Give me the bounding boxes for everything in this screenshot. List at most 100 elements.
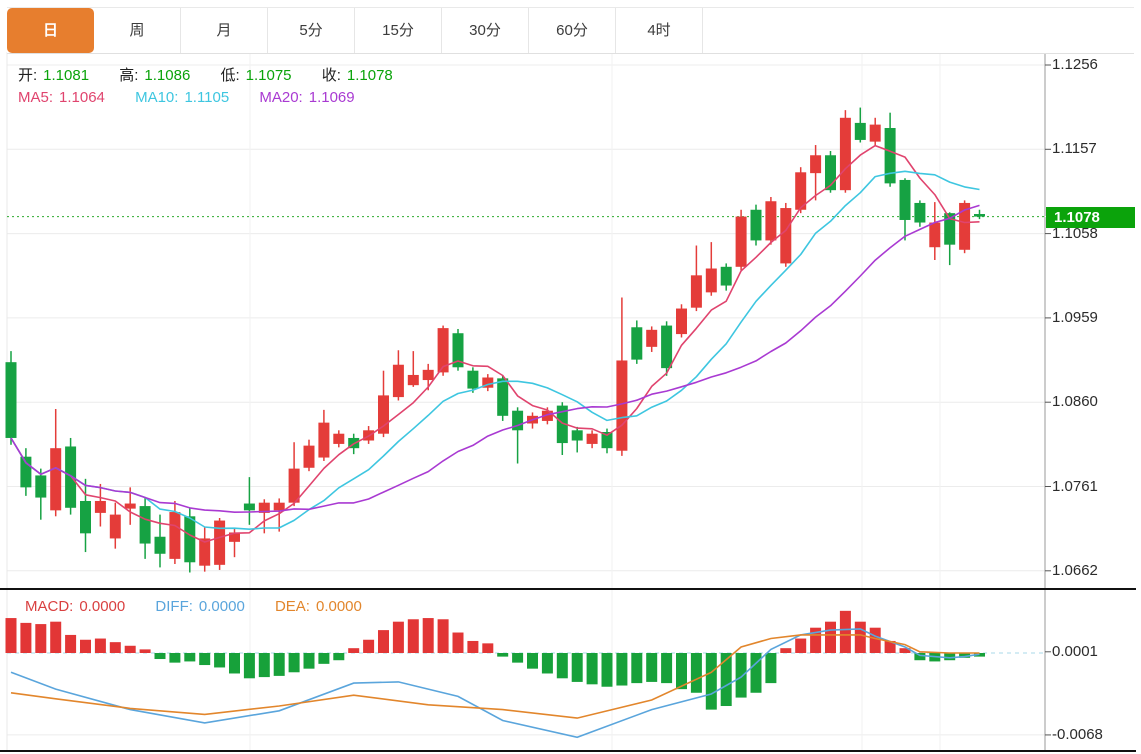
ma5-line [11, 146, 980, 542]
close-value: 1.1078 [347, 67, 393, 84]
tab-period-3[interactable]: 5分 [268, 8, 355, 53]
macd-bar [557, 653, 568, 678]
candle-body [765, 201, 776, 240]
candle-body [587, 434, 598, 444]
candle-body [333, 434, 344, 444]
candle-body [50, 448, 61, 510]
macd-bar [631, 653, 642, 683]
ma20-value: 1.1069 [309, 89, 355, 106]
candle-body [631, 327, 642, 359]
candle-body [95, 501, 106, 513]
candle-body [408, 375, 419, 385]
macd-bar [199, 653, 210, 665]
candle-body [80, 501, 91, 533]
low-value: 1.1075 [246, 67, 292, 84]
price-axis-label: 1.1157 [1052, 140, 1097, 157]
macd-bar [274, 653, 285, 676]
candle-body [318, 423, 329, 458]
ma20-line [11, 205, 980, 512]
macd-bar [95, 639, 106, 653]
price-axis-label: 1.0860 [1052, 393, 1098, 410]
macd-bar [870, 628, 881, 653]
macd-bar [438, 619, 449, 653]
tab-period-7[interactable]: 4时 [616, 8, 703, 53]
macd-bar [333, 653, 344, 660]
macd-bar [184, 653, 195, 661]
dea-label: DEA: [275, 598, 310, 615]
candle-body [65, 446, 76, 507]
ma10-line [11, 171, 980, 529]
candle-body [244, 504, 255, 511]
macd-bar [840, 611, 851, 653]
macd-bar [616, 653, 627, 686]
tab-period-4[interactable]: 15分 [355, 8, 442, 53]
macd-bar [318, 653, 329, 664]
macd-bar [661, 653, 672, 683]
diff-label: DIFF: [155, 598, 193, 615]
ma10-value: 1.1105 [184, 89, 229, 106]
ma-indicator-row: MA5:1.1064 MA10:1.1105 MA20:1.1069 [18, 89, 361, 106]
macd-bar [289, 653, 300, 672]
high-label: 高: [119, 67, 138, 84]
macd-bar [259, 653, 270, 677]
candle-body [35, 475, 46, 497]
candle-body [274, 503, 285, 511]
open-label: 开: [18, 67, 37, 84]
macd-bar [453, 633, 464, 653]
macd-axis-label: 0.0001 [1052, 643, 1098, 660]
macd-bar [646, 653, 657, 682]
macd-bar [587, 653, 598, 684]
candle-body [497, 378, 508, 415]
price-axis-label: 1.0761 [1052, 478, 1098, 495]
candle-body [721, 267, 732, 286]
candle-body [423, 370, 434, 380]
macd-bar [363, 640, 374, 653]
candle-body [885, 128, 896, 183]
diff-value: 0.0000 [199, 598, 245, 615]
macd-bar [348, 648, 359, 653]
candle-body [900, 180, 911, 220]
candle-body [6, 362, 17, 438]
candle-body [646, 330, 657, 347]
period-tab-bar: 日周月5分15分30分60分4时 [7, 7, 1134, 54]
low-label: 低: [220, 67, 239, 84]
candle-body [110, 515, 121, 539]
macd-bar [512, 653, 523, 663]
macd-bar [572, 653, 583, 682]
ma10-label: MA10: [135, 89, 178, 106]
ma20-label: MA20: [259, 89, 302, 106]
candle-body [125, 504, 136, 509]
ohlc-indicator-row: 开:1.1081 高:1.1086 低:1.1075 收:1.1078 [18, 64, 399, 85]
candle-body [572, 430, 583, 440]
candle-body [691, 275, 702, 307]
candle-body [736, 217, 747, 267]
macd-bar [229, 653, 240, 673]
close-label: 收: [322, 67, 341, 84]
open-value: 1.1081 [43, 67, 89, 84]
macd-bar [125, 646, 136, 653]
candle-body [169, 512, 180, 559]
macd-bar [736, 653, 747, 698]
candle-body [914, 203, 925, 223]
candle-body [155, 537, 166, 554]
tab-period-2[interactable]: 月 [181, 8, 268, 53]
macd-bar [527, 653, 538, 669]
macd-bar [497, 653, 508, 657]
candle-body [751, 210, 762, 241]
dea-value: 0.0000 [316, 598, 362, 615]
macd-axis-label: -0.0068 [1052, 726, 1103, 743]
macd-bar [602, 653, 613, 687]
tab-period-6[interactable]: 60分 [529, 8, 616, 53]
macd-bar [155, 653, 166, 659]
tab-period-1[interactable]: 周 [94, 8, 181, 53]
candle-body [661, 326, 672, 369]
macd-bar [423, 618, 434, 653]
macd-bar [825, 622, 836, 653]
macd-bar [944, 653, 955, 660]
chart-canvas [0, 0, 1141, 754]
price-axis-label: 1.0959 [1052, 309, 1098, 326]
tab-period-5[interactable]: 30分 [442, 8, 529, 53]
tab-period-0[interactable]: 日 [7, 8, 94, 53]
macd-bar [721, 653, 732, 706]
candle-body [676, 309, 687, 335]
